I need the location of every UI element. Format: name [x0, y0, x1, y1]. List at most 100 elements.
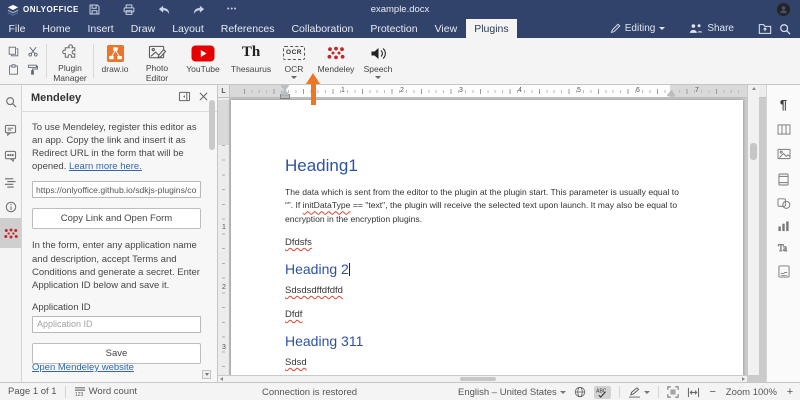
track-changes-button[interactable] [628, 387, 650, 398]
signature-icon [778, 265, 790, 278]
ruler-number: 6 [633, 87, 643, 94]
editing-mode-button[interactable]: Editing [610, 23, 666, 34]
copy-link-open-form-button[interactable]: Copy Link and Open Form [32, 208, 201, 229]
search-button[interactable] [779, 23, 791, 35]
undo-button[interactable] [157, 4, 171, 16]
mendeley-form-instructions: In the form, enter any application name … [32, 239, 201, 291]
sidebar-item-navigation[interactable] [0, 169, 21, 195]
mendeley-label: Mendeley [318, 65, 355, 75]
application-id-input[interactable] [32, 316, 201, 333]
speech-button[interactable]: Speech [358, 38, 398, 84]
horizontal-scrollbar-thumb[interactable] [460, 377, 496, 381]
document-language-button[interactable] [574, 386, 586, 398]
save-button[interactable] [88, 3, 101, 16]
fit-width-icon [687, 387, 700, 398]
sidebar-item-comments[interactable] [0, 117, 21, 143]
word-count-button[interactable]: 123 Word count [74, 386, 137, 397]
ruler-number: 3 [456, 87, 466, 94]
language-selector[interactable]: English – United States [458, 387, 566, 398]
plugin-manager-button[interactable]: Plugin Manager [47, 38, 93, 84]
document-page[interactable]: Heading1 The data which is sent from the… [231, 100, 743, 382]
vertical-scrollbar[interactable] [747, 85, 759, 375]
panel-scroll-down-button[interactable] [202, 370, 211, 379]
copy-button[interactable] [8, 44, 19, 62]
mendeley-icon [3, 228, 19, 239]
horizontal-scrollbar[interactable] [218, 375, 747, 382]
table-settings-button[interactable] [767, 118, 800, 140]
indent-markers[interactable] [280, 85, 291, 98]
sidebar-item-about[interactable] [0, 194, 21, 220]
tab-layout[interactable]: Layout [164, 19, 213, 38]
zoom-in-button[interactable]: + [785, 386, 795, 398]
paste-button[interactable] [8, 62, 19, 80]
share-button[interactable]: Share [689, 23, 734, 34]
fit-page-button[interactable] [667, 386, 679, 398]
mendeley-intro-text: To use Mendeley, register this editor as… [32, 121, 201, 173]
tab-file[interactable]: File [0, 19, 34, 38]
print-button[interactable] [122, 3, 136, 16]
learn-more-link[interactable]: Learn more here. [69, 161, 142, 172]
signature-settings-button[interactable] [767, 260, 800, 282]
right-indent-marker[interactable] [666, 91, 675, 96]
about-icon [5, 201, 17, 213]
youtube-button[interactable]: YouTube [178, 38, 228, 84]
tab-view[interactable]: View [426, 19, 466, 38]
onlyoffice-editor-window: ONLYOFFICE • [0, 0, 800, 400]
panel-scrollbar-thumb[interactable] [209, 100, 215, 150]
cut-button[interactable] [27, 44, 39, 62]
header-footer-settings-button[interactable] [767, 168, 800, 190]
drawio-button[interactable]: draw.io [94, 38, 136, 84]
tab-home[interactable]: Home [34, 19, 79, 38]
app-logo: ONLYOFFICE [0, 4, 79, 16]
scroll-up-arrow[interactable] [752, 87, 756, 90]
paragraph-settings-icon: ¶ [780, 97, 787, 112]
redo-button[interactable] [192, 4, 206, 16]
tab-plugins[interactable]: Plugins [466, 19, 517, 38]
open-mendeley-website-link[interactable]: Open Mendeley website [32, 362, 134, 373]
sidebar-item-mendeley[interactable] [0, 218, 21, 248]
tab-references[interactable]: References [212, 19, 283, 38]
vertical-scrollbar-thumb[interactable] [750, 143, 757, 160]
photo-editor-button[interactable]: Photo Editor [136, 38, 178, 84]
image-settings-button[interactable] [767, 143, 800, 165]
scroll-left-arrow[interactable] [220, 377, 223, 381]
avatar[interactable] [776, 2, 791, 17]
search-icon [779, 23, 791, 35]
vertical-ruler[interactable]: 1 2 3 [218, 98, 230, 375]
page-count-label[interactable]: Page 1 of 1 [8, 386, 57, 397]
more-button[interactable]: ••• [227, 6, 237, 13]
tab-protection[interactable]: Protection [362, 19, 426, 38]
tab-draw[interactable]: Draw [122, 19, 164, 38]
left-sidebar-rail [0, 85, 22, 382]
scroll-right-arrow[interactable] [742, 377, 745, 381]
dock-panel-button[interactable] [178, 91, 191, 105]
copy-icon [8, 46, 19, 57]
ruler-number: 2 [218, 284, 230, 291]
text-art-settings-button[interactable]: Ta [767, 237, 800, 259]
redirect-url-input[interactable] [32, 181, 201, 198]
mendeley-icon [326, 46, 346, 60]
sidebar-item-search[interactable] [0, 89, 21, 115]
open-file-location-button[interactable] [758, 23, 772, 35]
tab-stop-selector[interactable]: L [218, 85, 230, 98]
mendeley-panel-header: Mendeley [22, 85, 217, 112]
close-panel-button[interactable] [199, 92, 208, 104]
save-button[interactable]: Save [32, 343, 201, 364]
chart-settings-button[interactable] [767, 215, 800, 237]
fit-width-button[interactable] [687, 387, 700, 398]
fit-page-icon [667, 386, 679, 398]
thesaurus-button[interactable]: Th Thesaurus [228, 38, 274, 84]
tab-insert[interactable]: Insert [79, 19, 122, 38]
pointer-arrow [306, 73, 321, 105]
spellcheck-button[interactable]: ABC [594, 386, 611, 399]
thesaurus-icon: Th [242, 44, 260, 61]
doc-heading1: Heading1 [285, 156, 683, 176]
paragraph-settings-button[interactable]: ¶ [767, 93, 800, 115]
zoom-level-label[interactable]: Zoom 100% [726, 387, 777, 398]
tab-collaboration[interactable]: Collaboration [283, 19, 362, 38]
close-icon [199, 92, 208, 101]
sidebar-item-chat[interactable] [0, 143, 21, 169]
shape-settings-button[interactable] [767, 192, 800, 214]
format-painter-button[interactable] [27, 62, 38, 80]
zoom-out-button[interactable]: − [708, 386, 718, 398]
